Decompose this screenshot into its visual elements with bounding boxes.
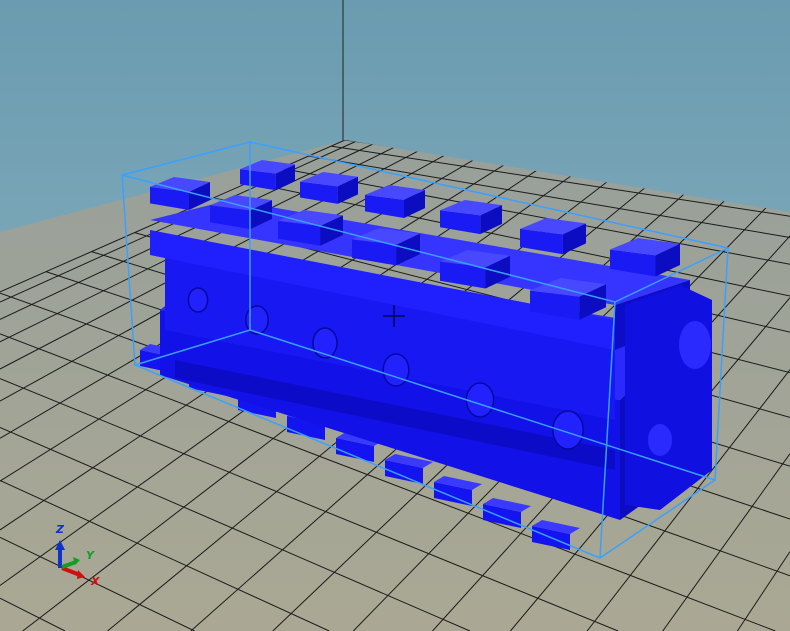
end-flange [625, 285, 712, 510]
end-boss [648, 424, 672, 456]
cylinder-port [465, 382, 495, 418]
y-axis-label: Y [86, 549, 95, 562]
z-axis-label: Z [55, 523, 65, 536]
cylinder-port [552, 410, 584, 450]
x-axis-label: X [90, 575, 100, 588]
end-pulley [679, 321, 711, 369]
viewport-canvas[interactable]: Z Y X [0, 0, 790, 631]
cylinder-port [187, 287, 209, 313]
cylinder-port [382, 353, 410, 387]
3d-viewport[interactable]: Z Y X [0, 0, 790, 631]
